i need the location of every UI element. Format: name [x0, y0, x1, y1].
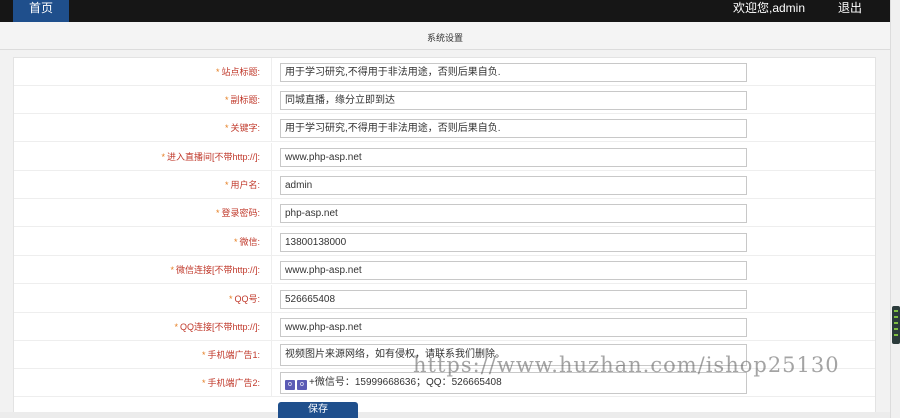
row-divider: [271, 313, 272, 341]
row-divider: [271, 86, 272, 114]
field-label: * 手机端广告1:: [201, 350, 260, 360]
live-room-url-input[interactable]: www.php-asp.net: [280, 148, 747, 167]
save-button[interactable]: 保存: [278, 402, 358, 418]
keywords-input[interactable]: 用于学习研究,不得用于非法用途，否则后果自负.: [280, 119, 747, 138]
field-label: * 手机端广告2:: [201, 378, 260, 388]
wechat-input[interactable]: 13800138000: [280, 233, 747, 252]
scrollbar-grip-icon[interactable]: [892, 306, 900, 344]
page-title: 系统设置: [426, 33, 463, 43]
row-divider: [271, 256, 272, 284]
row-divider: [271, 143, 272, 171]
row-divider: [271, 285, 272, 313]
field-label: * 微信连接[不带http://]:: [170, 265, 260, 275]
username-input[interactable]: admin: [280, 176, 747, 195]
welcome-text: 欢迎您,admin: [733, 1, 806, 15]
row-divider: [271, 114, 272, 142]
qq-url-input[interactable]: www.php-asp.net: [280, 318, 747, 337]
field-label: * 登录密码:: [215, 208, 260, 218]
qq-input[interactable]: 526665408: [280, 290, 747, 309]
field-label: * 用户名:: [224, 180, 260, 190]
row-divider: [271, 199, 272, 227]
form-row-keywords: * 关键字: 用于学习研究,不得用于非法用途，否则后果自负.: [14, 114, 875, 142]
form-row-qq: * QQ号: 526665408: [14, 285, 875, 313]
emoji-icon: o: [297, 380, 307, 390]
form-row-qq-url: * QQ连接[不带http://]: www.php-asp.net: [14, 313, 875, 341]
field-label: * 站点标题:: [215, 67, 260, 77]
vertical-scrollbar[interactable]: [890, 0, 900, 418]
nav-home-tab[interactable]: 首页: [13, 0, 69, 22]
page-bottom-edge: [0, 412, 890, 418]
site-title-input[interactable]: 用于学习研究,不得用于非法用途，否则后果自负.: [280, 63, 747, 82]
top-navigation-bar: 首页 欢迎您,admin 退出: [0, 0, 890, 22]
field-label: * QQ号:: [228, 294, 260, 304]
row-divider: [271, 58, 272, 86]
form-row-wechat: * 微信: 13800138000: [14, 228, 875, 256]
logout-link[interactable]: 退出: [838, 0, 862, 16]
field-label: * 关键字:: [224, 123, 260, 133]
form-row-site-title: * 站点标题: 用于学习研究,不得用于非法用途，否则后果自负.: [14, 58, 875, 86]
password-input[interactable]: php-asp.net: [280, 204, 747, 223]
form-row-live-room-url: * 进入直播间[不带http://]: www.php-asp.net: [14, 143, 875, 171]
form-row-wechat-url: * 微信连接[不带http://]: www.php-asp.net: [14, 256, 875, 284]
form-row-password: * 登录密码: php-asp.net: [14, 199, 875, 227]
field-label: * 进入直播间[不带http://]:: [161, 152, 260, 162]
form-row-username: * 用户名: admin: [14, 171, 875, 199]
field-label: * 微信:: [233, 237, 260, 247]
page-title-bar: 系统设置: [0, 22, 890, 50]
field-label: * 副标题:: [224, 95, 260, 105]
watermark-text: https://www.huzhan.com/ishop25130: [413, 353, 840, 377]
wechat-url-input[interactable]: www.php-asp.net: [280, 261, 747, 280]
subtitle-input[interactable]: 同城直播，缘分立即到达: [280, 91, 747, 110]
field-label: * QQ连接[不带http://]:: [174, 322, 260, 332]
form-row-subtitle: * 副标题: 同城直播，缘分立即到达: [14, 86, 875, 114]
emoji-icon: o: [285, 380, 295, 390]
ad-2-text: +微信号：15999668636；QQ：526665408: [309, 377, 502, 388]
row-divider: [271, 228, 272, 256]
row-divider: [271, 369, 272, 397]
row-divider: [271, 171, 272, 199]
row-divider: [271, 341, 272, 369]
